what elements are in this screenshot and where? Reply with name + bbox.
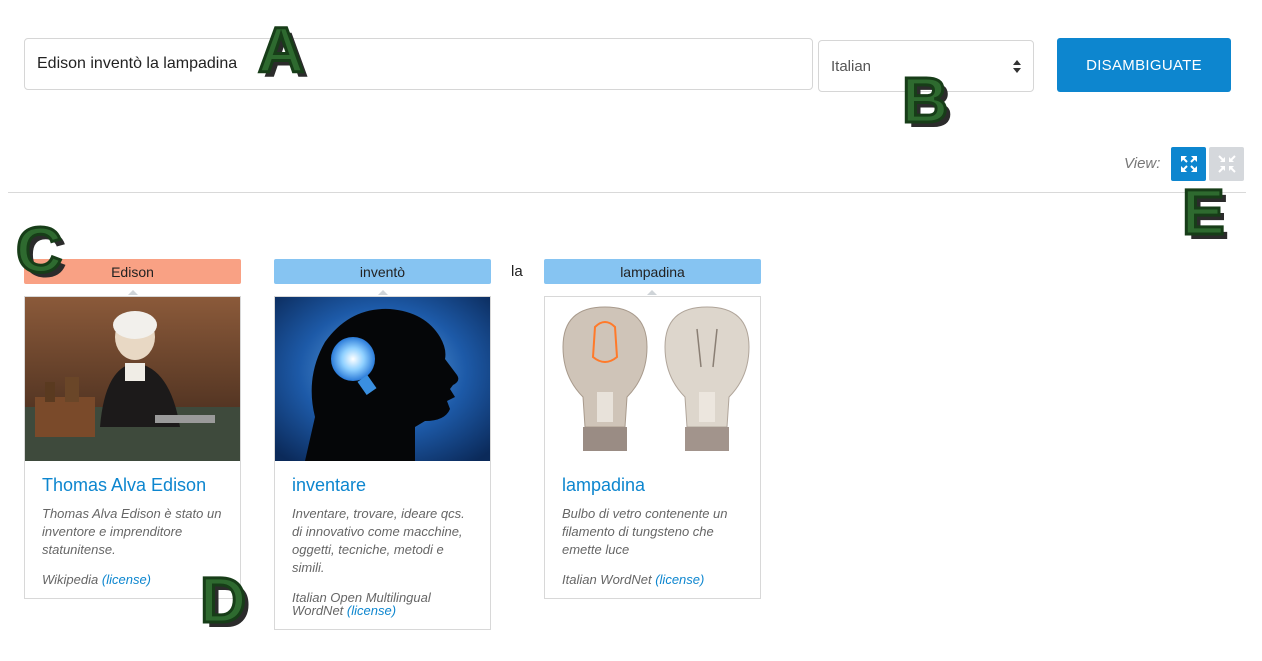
- card-lampadina: lampadina Bulbo di vetro contenente un f…: [544, 296, 761, 599]
- card-title[interactable]: Thomas Alva Edison: [42, 475, 223, 496]
- language-select-value: Italian: [831, 57, 872, 75]
- card-title[interactable]: lampadina: [562, 475, 743, 496]
- license-link[interactable]: (license): [655, 572, 704, 587]
- annotation-d: D: [198, 564, 247, 636]
- card-inventare: inventare Inventare, trovare, ideare qcs…: [274, 296, 491, 630]
- collapse-icon: [1217, 155, 1236, 173]
- token-la: la: [511, 263, 523, 280]
- light-bulbs-image: [545, 297, 760, 461]
- lightbulb-head-image: [275, 297, 490, 461]
- card-description: Thomas Alva Edison è stato un inventore …: [42, 506, 222, 557]
- select-arrows-icon: [1013, 59, 1021, 73]
- tag-pointer: [647, 290, 657, 295]
- card-description: Inventare, trovare, ideare qcs. di innov…: [292, 506, 465, 575]
- annotation-b: B: [900, 64, 949, 136]
- card-source: Italian WordNet (license): [562, 573, 743, 586]
- text-input[interactable]: [24, 38, 813, 90]
- edison-portrait-image: [25, 297, 240, 461]
- card-edison: Thomas Alva Edison Thomas Alva Edison è …: [24, 296, 241, 599]
- annotation-c: C: [14, 214, 63, 286]
- view-label: View:: [1124, 155, 1161, 172]
- expand-icon: [1180, 156, 1197, 172]
- card-source: Italian Open Multilingual WordNet (licen…: [292, 591, 473, 617]
- source-name: Wikipedia: [42, 572, 99, 587]
- annotation-a: A: [256, 14, 305, 86]
- card-source: Wikipedia (license): [42, 573, 223, 586]
- card-description: Bulbo di vetro contenente un filamento d…: [562, 506, 728, 557]
- card-title[interactable]: inventare: [292, 475, 473, 496]
- license-link[interactable]: (license): [102, 572, 151, 587]
- tag-lampadina[interactable]: lampadina: [544, 259, 761, 284]
- tag-pointer: [128, 290, 138, 295]
- tag-pointer: [378, 290, 388, 295]
- tag-invento[interactable]: inventò: [274, 259, 491, 284]
- divider: [8, 192, 1246, 193]
- disambiguate-button[interactable]: DISAMBIGUATE: [1057, 38, 1231, 92]
- annotation-e: E: [1181, 176, 1227, 248]
- license-link[interactable]: (license): [347, 603, 396, 618]
- source-name: Italian WordNet: [562, 572, 652, 587]
